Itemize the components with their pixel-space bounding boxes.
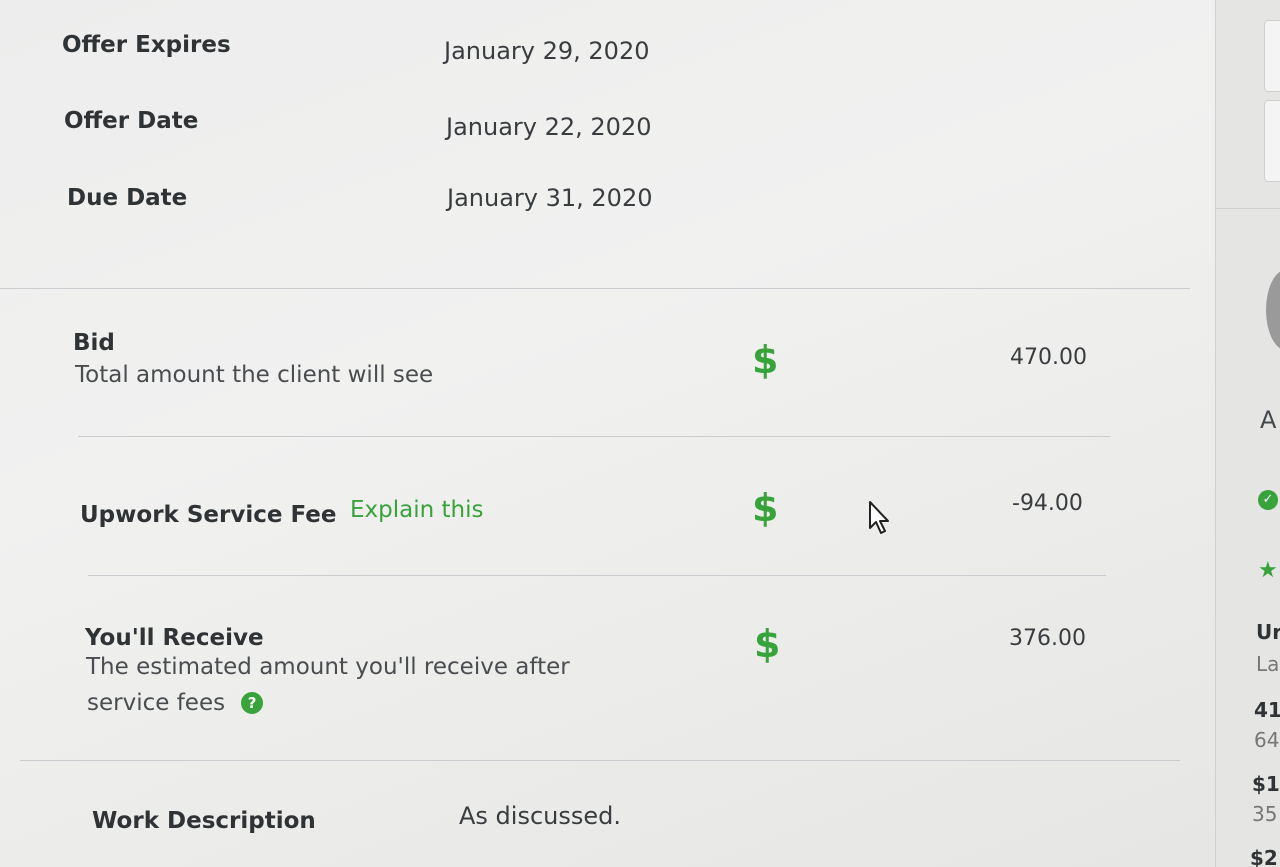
receive-label: You'll Receive	[85, 625, 264, 651]
check-circle-icon: ✓	[1258, 490, 1278, 510]
offer-expires-label: Offer Expires	[62, 32, 231, 58]
sidebar-button[interactable]	[1264, 20, 1280, 92]
avatar	[1266, 270, 1280, 350]
bid-amount-input[interactable]: 470.00	[1010, 345, 1087, 370]
bid-currency-icon: $	[752, 338, 779, 382]
sidebar-text: 64	[1254, 728, 1280, 752]
bid-label: Bid	[73, 330, 115, 356]
row-divider	[88, 575, 1106, 576]
work-description-label: Work Description	[92, 808, 316, 834]
sidebar-text: La	[1256, 652, 1280, 676]
service-fee-amount: -94.00	[1012, 491, 1083, 516]
sidebar-text: 41	[1254, 698, 1280, 722]
offer-date-value: January 22, 2020	[446, 113, 652, 141]
offer-expires-value: January 29, 2020	[444, 37, 650, 65]
service-fee-label: Upwork Service Fee	[80, 502, 337, 528]
sidebar-text: 35	[1252, 802, 1278, 826]
bid-description: Total amount the client will see	[75, 362, 434, 388]
receive-amount-input[interactable]: 376.00	[1009, 626, 1086, 651]
help-icon[interactable]: ?	[241, 692, 264, 714]
receive-description-text: service fees	[87, 690, 226, 716]
star-icon: ★	[1258, 558, 1278, 583]
receive-currency-icon: $	[754, 622, 781, 666]
sidebar-letter: A	[1260, 406, 1277, 434]
explain-this-link[interactable]: Explain this	[350, 497, 483, 523]
mouse-cursor-icon	[869, 501, 889, 534]
receive-description-line2: service fees?	[87, 686, 264, 720]
sidebar-text: $2	[1250, 846, 1278, 867]
offer-date-label: Offer Date	[64, 108, 199, 134]
sidebar-text: $1(	[1252, 772, 1280, 796]
sidebar-panel: A ✓ ★ Ur La 41 64 $1( 35 $2	[1215, 0, 1280, 867]
fee-currency-icon: $	[752, 486, 779, 530]
sidebar-divider	[1216, 208, 1280, 209]
due-date-label: Due Date	[67, 185, 188, 211]
sidebar-text: Ur	[1256, 620, 1280, 644]
offer-details-panel: Offer Expires January 29, 2020 Offer Dat…	[0, 0, 1215, 867]
section-divider	[20, 760, 1180, 761]
due-date-value: January 31, 2020	[447, 184, 653, 212]
receive-description-line1: The estimated amount you'll receive afte…	[86, 654, 570, 680]
section-divider	[0, 288, 1190, 289]
work-description-value: As discussed.	[459, 802, 621, 830]
row-divider	[78, 436, 1110, 437]
sidebar-button[interactable]	[1264, 100, 1280, 182]
